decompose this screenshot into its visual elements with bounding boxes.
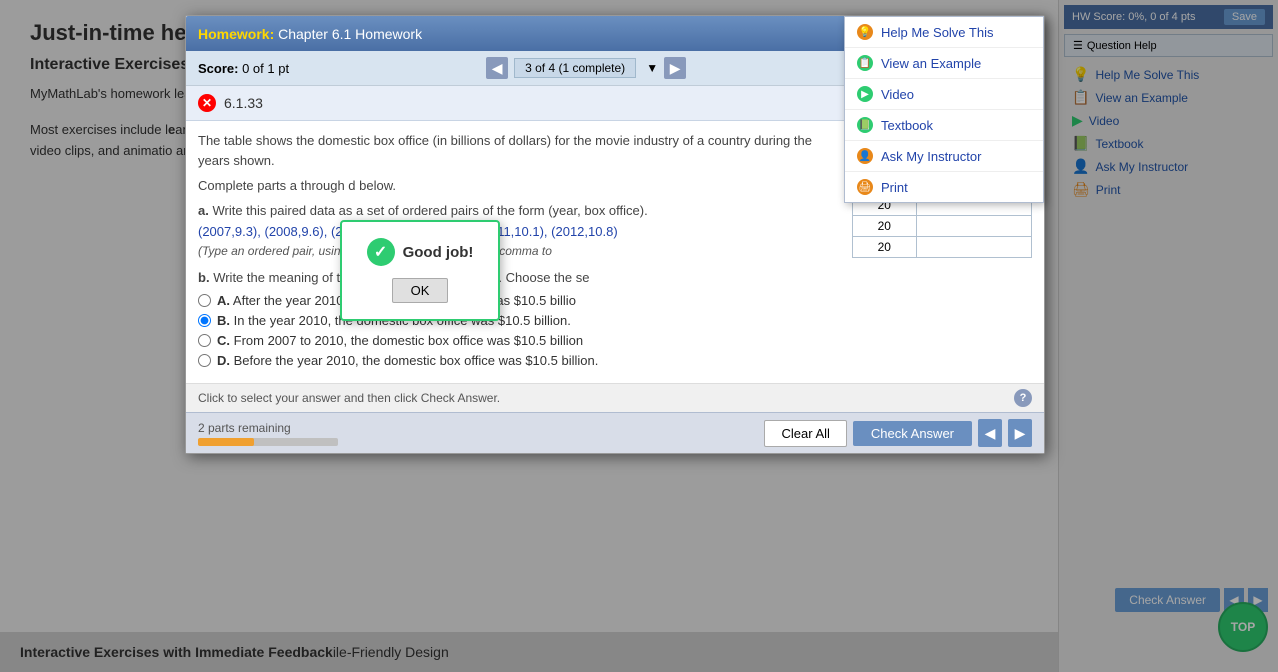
option-d: D. Before the year 2010, the domestic bo… — [198, 353, 840, 368]
parts-remaining-container: 2 parts remaining — [198, 421, 338, 446]
dropdown-textbook-icon: 📗 — [857, 117, 873, 133]
clear-all-button[interactable]: Clear All — [764, 420, 846, 447]
dropdown-print-icon: 🖨 — [857, 179, 873, 195]
prev-nav-button[interactable]: ◀ — [978, 419, 1002, 447]
ok-button[interactable]: OK — [392, 278, 449, 303]
next-nav-button[interactable]: ▶ — [1008, 419, 1032, 447]
option-c: C. From 2007 to 2010, the domestic box o… — [198, 333, 840, 348]
question-number: 6.1.33 — [224, 95, 263, 111]
dropdown-textbook[interactable]: 📗 Textbook — [845, 110, 1043, 141]
homework-label: Homework: — [198, 26, 274, 42]
status-bar: Click to select your answer and then cli… — [186, 383, 1044, 412]
parts-remaining-text: 2 parts remaining — [198, 421, 338, 435]
next-question-button[interactable]: ▶ — [664, 57, 686, 79]
dropdown-example-icon: 📋 — [857, 55, 873, 71]
radio-c[interactable] — [198, 334, 211, 347]
label-d: D. Before the year 2010, the domestic bo… — [217, 353, 598, 368]
dropdown-solve[interactable]: 💡 Help Me Solve This — [845, 17, 1043, 48]
progress-bar-container — [198, 438, 338, 446]
dropdown-example[interactable]: 📋 View an Example — [845, 48, 1043, 79]
modal-title: Homework: Chapter 6.1 Homework — [198, 26, 422, 42]
part-a-text: a. Write this paired data as a set of or… — [198, 203, 840, 218]
part-a-hint: (Type an ordered pair, using integers or… — [198, 244, 840, 258]
main-modal: Homework: Chapter 6.1 Homework Save ✕ Sc… — [185, 15, 1045, 454]
question-left: The table shows the domestic box office … — [198, 131, 840, 373]
table-row: 20 — [853, 237, 1032, 258]
radio-a[interactable] — [198, 294, 211, 307]
help-dropdown: 💡 Help Me Solve This 📋 View an Example ▶… — [844, 16, 1044, 203]
dropdown-video[interactable]: ▶ Video — [845, 79, 1043, 110]
part-b-text: b. Write the meaning of the ordered pair… — [198, 270, 840, 285]
question-complete: Complete parts a through d below. — [198, 178, 840, 193]
dropdown-print[interactable]: 🖨 Print — [845, 172, 1043, 202]
score-nav: ◀ 3 of 4 (1 complete) ▼ ▶ — [486, 57, 686, 79]
part-a-answer: (2007,9.3), (2008,9.6), (2009,10.7), (20… — [198, 224, 840, 239]
nav-dropdown-icon[interactable]: ▼ — [646, 61, 658, 75]
question-intro: The table shows the domestic box office … — [198, 131, 840, 170]
error-icon: ✕ — [198, 94, 216, 112]
good-job-text: Good job! — [403, 244, 474, 261]
good-job-dialog: ✓ Good job! OK — [340, 220, 500, 321]
radio-d[interactable] — [198, 354, 211, 367]
good-job-header: ✓ Good job! — [358, 238, 482, 266]
option-a: A. After the year 2010, the domestic box… — [198, 293, 840, 308]
progress-bar-fill — [198, 438, 254, 446]
score-display: Score: 0 of 1 pt — [198, 61, 289, 76]
dropdown-video-icon: ▶ — [857, 86, 873, 102]
homework-title: Chapter 6.1 Homework — [278, 26, 422, 42]
dropdown-solve-icon: 💡 — [857, 24, 873, 40]
check-answer-button[interactable]: Check Answer — [853, 421, 972, 446]
question-position: 3 of 4 (1 complete) — [514, 58, 636, 78]
action-bar: 2 parts remaining Clear All Check Answer… — [186, 412, 1044, 453]
option-b: B. In the year 2010, the domestic box of… — [198, 313, 840, 328]
label-c: C. From 2007 to 2010, the domestic box o… — [217, 333, 583, 348]
status-text: Click to select your answer and then cli… — [198, 391, 500, 405]
question-header: ✕ 6.1.33 ☰ Question Help ⚙ 💡 Help Me Sol… — [186, 86, 1044, 121]
dropdown-instructor-icon: 👤 — [857, 148, 873, 164]
help-circle-icon[interactable]: ? — [1014, 389, 1032, 407]
radio-b[interactable] — [198, 314, 211, 327]
prev-question-button[interactable]: ◀ — [486, 57, 508, 79]
action-buttons: Clear All Check Answer ◀ ▶ — [764, 419, 1032, 447]
table-row: 20 — [853, 216, 1032, 237]
dropdown-instructor[interactable]: 👤 Ask My Instructor — [845, 141, 1043, 172]
checkmark-icon: ✓ — [367, 238, 395, 266]
